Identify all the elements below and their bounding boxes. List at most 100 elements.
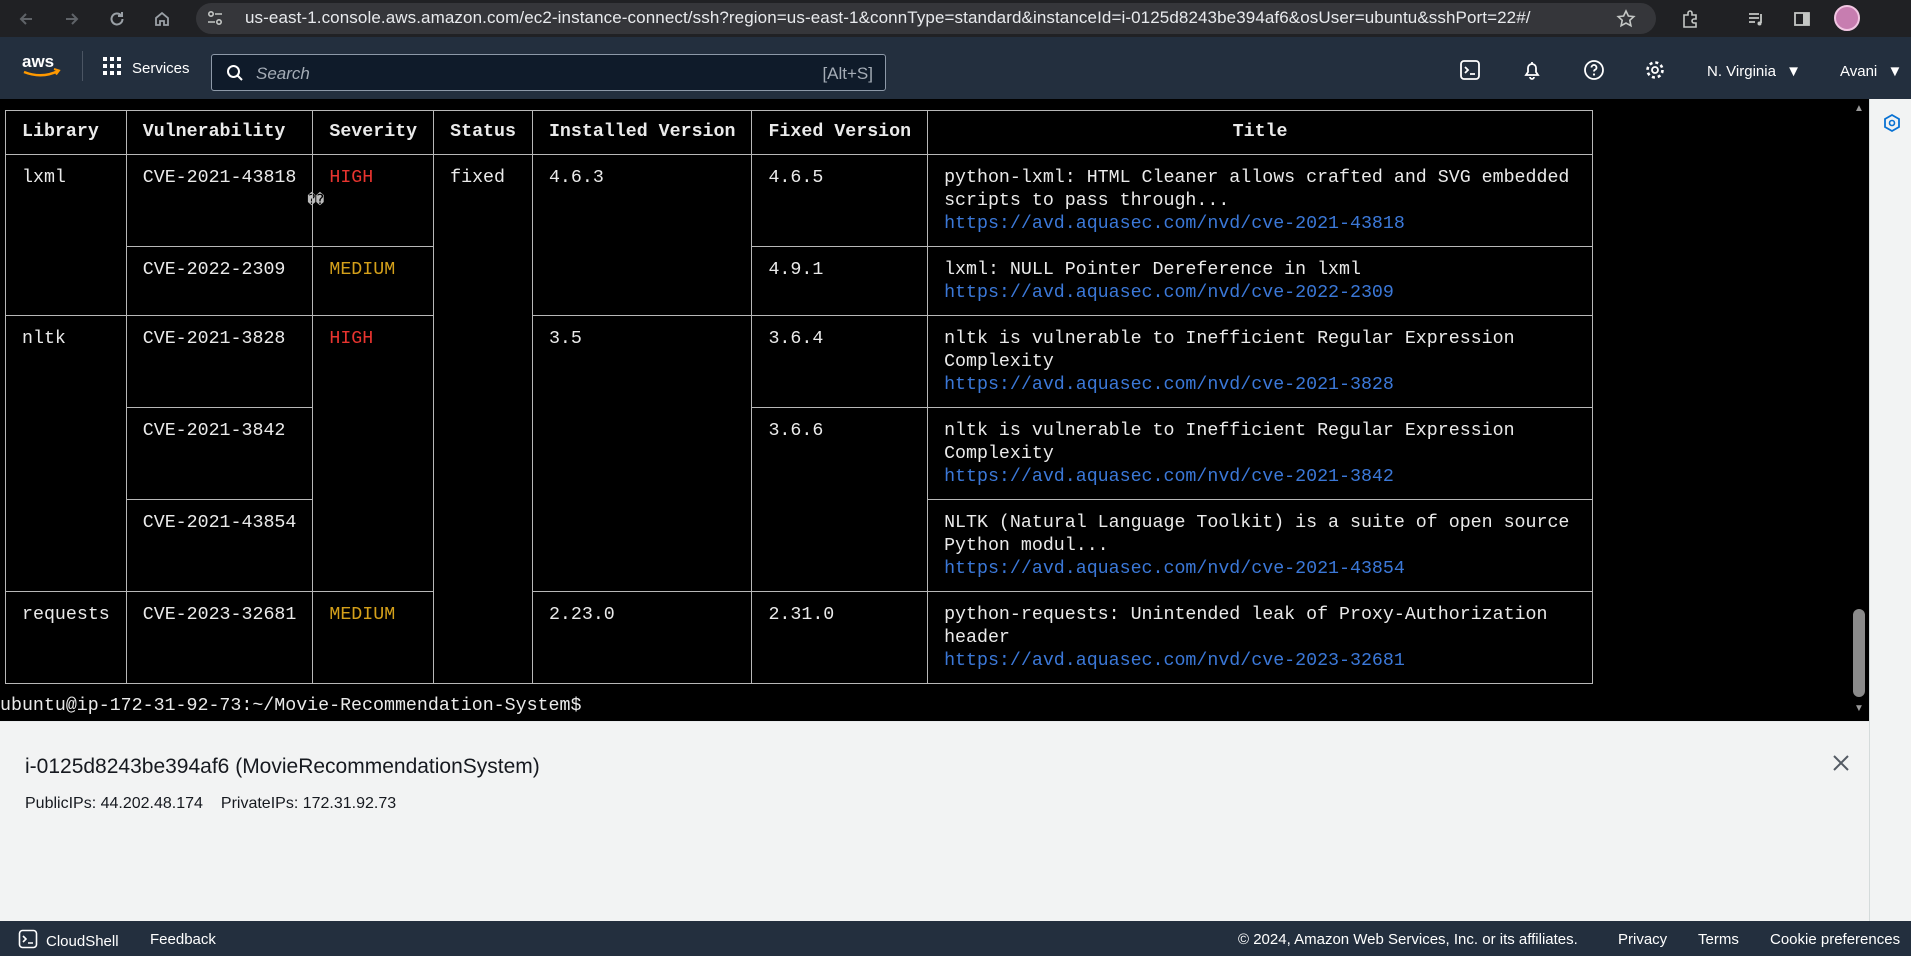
scrollbar-thumb[interactable] bbox=[1853, 609, 1865, 697]
table-header-row: Library Vulnerability Severity Status In… bbox=[5, 110, 1594, 155]
header-title: Title bbox=[927, 110, 1594, 155]
site-info-icon[interactable] bbox=[206, 9, 224, 32]
cloudshell-label: CloudShell bbox=[46, 932, 119, 950]
cve-cell: CVE-2021-43854 bbox=[125, 499, 314, 592]
advisory-link[interactable]: https://avd.aquasec.com/nvd/cve-2021-384… bbox=[944, 466, 1576, 489]
header-installed-version: Installed Version bbox=[531, 110, 753, 155]
terminal-icon bbox=[18, 929, 38, 953]
table-row: lxml CVE-2021-43818 HIGH �� fixed 4.6.3 … bbox=[5, 154, 1594, 684]
help-icon[interactable] bbox=[1581, 57, 1607, 83]
search-icon bbox=[226, 64, 244, 87]
profile-avatar[interactable] bbox=[1834, 5, 1860, 31]
terminal-scrollbar[interactable]: ▲ ▼ bbox=[1849, 99, 1869, 721]
instance-details-panel: i-0125d8243be394af6 (MovieRecommendation… bbox=[0, 721, 1869, 921]
header-vulnerability: Vulnerability bbox=[125, 110, 314, 155]
cve-cell: CVE-2021-3828 bbox=[125, 315, 314, 408]
advisory-link[interactable]: https://avd.aquasec.com/nvd/cve-2021-438… bbox=[944, 213, 1576, 236]
region-label: N. Virginia bbox=[1707, 63, 1776, 80]
cloudshell-icon[interactable] bbox=[1457, 57, 1483, 83]
cve-cell: CVE-2021-3842 bbox=[125, 407, 314, 500]
title-cell: lxml: NULL Pointer Dereference in lxml h… bbox=[927, 246, 1594, 316]
title-cell: python-requests: Unintended leak of Prox… bbox=[927, 591, 1594, 684]
severity-cell: HIGH �� bbox=[307, 154, 435, 247]
settings-gear-icon[interactable] bbox=[1642, 57, 1668, 83]
account-menu[interactable]: Avani ▼ bbox=[1840, 63, 1902, 80]
table-row: CVE-2021-3842 3.6.6 nltk is vulnerable t… bbox=[6, 407, 1594, 592]
installed-version-cell: 3.5 bbox=[531, 315, 753, 592]
fixed-version-cell: 4.9.1 bbox=[751, 246, 929, 316]
feedback-link[interactable]: Feedback bbox=[150, 931, 216, 948]
notifications-bell-icon[interactable] bbox=[1519, 57, 1545, 83]
home-icon[interactable] bbox=[148, 5, 176, 33]
search-shortcut: [Alt+S] bbox=[822, 64, 873, 83]
fixed-version-cell: 3.6.6 bbox=[751, 407, 929, 592]
cookie-preferences-link[interactable]: Cookie preferences bbox=[1770, 931, 1900, 948]
cve-cell: CVE-2023-32681 bbox=[125, 591, 314, 684]
installed-version-cell: 2.23.0 bbox=[531, 591, 753, 684]
right-utility-rail bbox=[1869, 99, 1911, 921]
library-cell: requests bbox=[5, 591, 127, 684]
privacy-link[interactable]: Privacy bbox=[1618, 931, 1667, 948]
status-cell: fixed bbox=[433, 154, 533, 684]
url-text: us-east-1.console.aws.amazon.com/ec2-ins… bbox=[245, 8, 1531, 27]
browser-toolbar: us-east-1.console.aws.amazon.com/ec2-ins… bbox=[0, 0, 1911, 37]
advisory-link[interactable]: https://avd.aquasec.com/nvd/cve-2021-438… bbox=[944, 558, 1576, 581]
services-menu-button[interactable]: Services bbox=[102, 56, 190, 80]
back-icon[interactable] bbox=[12, 5, 40, 33]
cloudshell-button[interactable]: CloudShell bbox=[18, 929, 119, 953]
terms-link[interactable]: Terms bbox=[1698, 931, 1739, 948]
fixed-version-cell: 2.31.0 bbox=[751, 591, 929, 684]
copyright-text: © 2024, Amazon Web Services, Inc. or its… bbox=[1238, 931, 1578, 948]
severity-cell: MEDIUM bbox=[312, 591, 435, 684]
search-input[interactable]: Search [Alt+S] bbox=[211, 54, 886, 91]
media-controls-icon[interactable] bbox=[1742, 5, 1770, 33]
private-ips: PrivateIPs: 172.31.92.73 bbox=[220, 795, 397, 812]
severity-cell: HIGH bbox=[312, 315, 435, 592]
region-selector[interactable]: N. Virginia ▼ bbox=[1707, 63, 1801, 80]
scroll-up-icon[interactable]: ▲ bbox=[1854, 103, 1864, 114]
advisory-link[interactable]: https://avd.aquasec.com/nvd/cve-2023-326… bbox=[944, 650, 1576, 673]
instance-title: i-0125d8243be394af6 (MovieRecommendation… bbox=[25, 755, 540, 778]
severity-cell: MEDIUM bbox=[312, 246, 435, 316]
cve-cell: CVE-2022-2309 bbox=[125, 246, 314, 316]
aws-top-nav: aws Services Search [Alt+S] N. Virginia … bbox=[0, 37, 1911, 99]
advisory-link[interactable]: https://avd.aquasec.com/nvd/cve-2022-230… bbox=[944, 282, 1576, 305]
console-footer: CloudShell Feedback © 2024, Amazon Web S… bbox=[0, 921, 1911, 956]
terminal-output[interactable]: Library Vulnerability Severity Status In… bbox=[0, 99, 1849, 721]
extensions-icon[interactable] bbox=[1676, 5, 1704, 33]
header-library: Library bbox=[5, 110, 127, 155]
advisory-link[interactable]: https://avd.aquasec.com/nvd/cve-2021-382… bbox=[944, 374, 1576, 397]
header-fixed-version: Fixed Version bbox=[751, 110, 929, 155]
forward-icon[interactable] bbox=[58, 5, 86, 33]
library-cell: nltk bbox=[5, 315, 127, 592]
title-cell: NLTK (Natural Language Toolkit) is a sui… bbox=[927, 499, 1594, 592]
vulnerability-table: Library Vulnerability Severity Status In… bbox=[5, 110, 1594, 684]
table-row: CVE-2022-2309 MEDIUM 4.9.1 lxml: NULL Po… bbox=[6, 246, 1594, 316]
hexagon-panel-icon[interactable] bbox=[1882, 113, 1902, 133]
title-cell: python-lxml: HTML Cleaner allows crafted… bbox=[927, 154, 1594, 247]
title-cell: nltk is vulnerable to Inefficient Regula… bbox=[927, 407, 1594, 500]
chevron-down-icon: ▼ bbox=[1786, 63, 1801, 80]
header-severity: Severity bbox=[312, 110, 435, 155]
aws-logo[interactable]: aws bbox=[20, 51, 64, 79]
user-label: Avani bbox=[1840, 63, 1878, 80]
installed-version-cell: 4.6.3 bbox=[531, 154, 753, 316]
table-row: requests CVE-2023-32681 MEDIUM 2.23.0 2.… bbox=[5, 591, 1594, 684]
table-row: nltk CVE-2021-3828 HIGH 3.5 3.6.4 nltk i… bbox=[5, 315, 1594, 592]
render-artifact-glyph: �� bbox=[307, 193, 325, 209]
header-status: Status bbox=[433, 110, 533, 155]
side-panel-icon[interactable] bbox=[1788, 5, 1816, 33]
shell-prompt[interactable]: ubuntu@ip-172-31-92-73:~/Movie-Recommend… bbox=[0, 696, 581, 716]
close-icon[interactable] bbox=[1830, 752, 1852, 774]
services-label: Services bbox=[132, 59, 190, 77]
svg-text:aws: aws bbox=[22, 52, 54, 71]
library-cell: lxml bbox=[5, 154, 127, 316]
bookmark-star-icon[interactable] bbox=[1612, 5, 1640, 33]
grid-icon bbox=[102, 56, 122, 80]
fixed-version-cell: 4.6.5 bbox=[751, 154, 929, 247]
reload-icon[interactable] bbox=[103, 5, 131, 33]
fixed-version-cell: 3.6.4 bbox=[751, 315, 929, 408]
search-placeholder: Search bbox=[256, 64, 310, 83]
scroll-down-icon[interactable]: ▼ bbox=[1854, 703, 1864, 714]
chevron-down-icon: ▼ bbox=[1887, 63, 1903, 80]
